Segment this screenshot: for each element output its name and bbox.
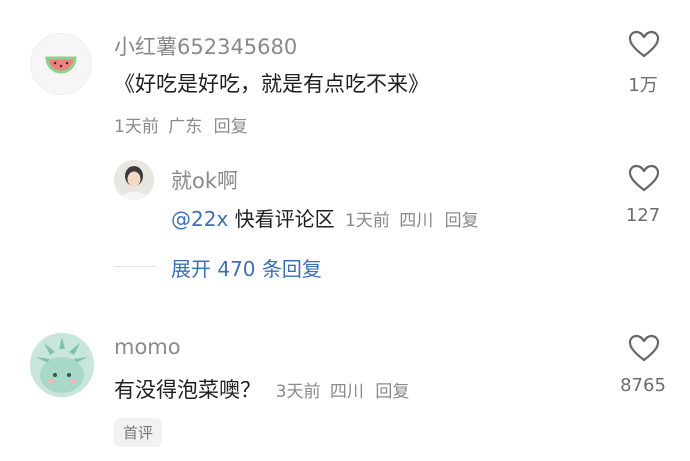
comment-username[interactable]: 小红薯652345680	[114, 31, 297, 61]
avatar[interactable]	[30, 33, 92, 95]
reply-like-button[interactable]	[627, 163, 661, 193]
statue-of-liberty-icon	[30, 333, 94, 397]
heart-icon	[627, 333, 661, 363]
reply-button[interactable]: 回复	[375, 382, 409, 402]
comment-text: 《好吃是好吃，就是有点吃不来》	[114, 72, 429, 96]
like-button[interactable]	[627, 333, 661, 363]
heart-icon	[627, 163, 661, 193]
comment-time: 1天前	[114, 117, 159, 137]
reply-avatar[interactable]	[114, 160, 154, 200]
reply-reply-button[interactable]: 回复	[445, 211, 479, 231]
reply-location: 四川	[399, 211, 434, 231]
avatar[interactable]	[30, 333, 94, 397]
comment-time: 3天前	[275, 382, 321, 402]
comment-text: 有没得泡菜噢？ 3天前 四川 回复	[114, 374, 409, 404]
expand-replies-button[interactable]: 展开 470 条回复	[171, 253, 322, 282]
comment-meta: 1天前 广东 回复	[114, 112, 248, 137]
reply-body: 快看评论区	[228, 207, 335, 231]
person-avatar-icon	[114, 160, 154, 200]
reply-username[interactable]: 就ok啊	[171, 165, 238, 195]
first-comment-badge: 首评	[114, 418, 163, 447]
reply-meta: 1天前 四川 回复	[345, 211, 479, 231]
like-count: 1万	[628, 75, 658, 96]
like-button[interactable]	[627, 29, 661, 59]
reply-button[interactable]: 回复	[214, 117, 248, 137]
watermelon-icon	[31, 56, 91, 94]
mention-link[interactable]: @22x	[171, 207, 228, 231]
comment-username[interactable]: momo	[114, 335, 181, 359]
comment-location: 广东	[168, 117, 203, 137]
like-count: 8765	[620, 375, 666, 396]
reply-like-count: 127	[625, 205, 661, 226]
reply-time: 1天前	[345, 211, 390, 231]
comment-meta: 3天前 四川 回复	[276, 382, 410, 402]
comment-location: 四川	[329, 382, 364, 402]
comment-body: 有没得泡菜噢？	[114, 378, 261, 402]
heart-icon	[627, 29, 661, 59]
expand-divider	[114, 266, 156, 267]
reply-text: @22x 快看评论区 1天前 四川 回复	[171, 203, 479, 232]
